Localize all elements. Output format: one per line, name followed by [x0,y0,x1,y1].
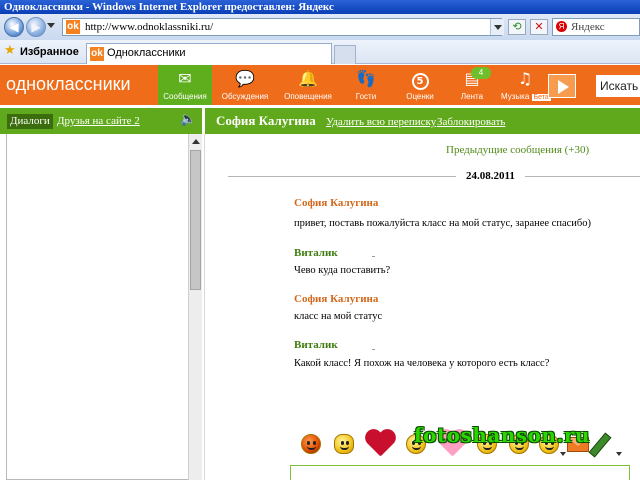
message-author[interactable]: Виталик [294,338,338,352]
nav-guests-label: Гости [355,92,377,101]
scroll-up-icon[interactable] [189,136,202,148]
conversation-header: София Калугина Удалить всю переписку Заб… [205,108,640,134]
ratings-count: 5 [411,73,429,90]
site-search-input[interactable]: Искать н [596,75,640,97]
delete-conversation-link[interactable]: Удалить всю переписку [326,115,436,129]
back-button[interactable]: ◀ [4,17,24,37]
envelope-icon: ✉ [178,69,192,88]
panel-divider [204,134,205,480]
date-separator [228,176,640,177]
stop-icon[interactable]: ✕ [530,19,548,35]
history-dropdown-icon[interactable] [47,23,55,28]
new-tab-button[interactable] [334,45,356,64]
address-toolbar: ◀ ▶ ok http://www.odnoklassniki.ru/ ⟲ ✕ … [0,14,640,40]
pencil-dropdown-icon[interactable] [616,452,622,456]
window-title: Одноклассники - Windows Internet Explore… [0,0,640,14]
message-marker [372,256,375,257]
message-text: привет, поставь пожалуйста класс на мой … [294,218,591,229]
nav-feed-label: Лента [460,92,484,101]
smiley-eye [346,441,349,445]
site-header: одноклассники ✉ Сообщения 💬 Обсуждения 🔔… [0,65,640,105]
music-note-icon: ♫ [517,69,533,88]
nav-discussions[interactable]: 💬 Обсуждения [218,65,272,105]
message-author[interactable]: Виталик [294,246,338,260]
nav-messages[interactable]: ✉ Сообщения [158,65,212,105]
smiley-eye [341,441,344,445]
nav-messages-label: Сообщения [163,92,207,101]
tab-favicon-icon: ok [90,47,104,61]
smiley-angry-icon[interactable] [301,434,321,454]
dialogs-list [6,134,202,480]
yandex-logo-icon: Я [556,21,567,32]
smiley-eye [313,441,316,445]
smiley-mouth [340,446,349,450]
nav-discussions-label: Обсуждения [221,92,269,101]
nav-notifications[interactable]: 🔔 Оповещения [281,65,335,105]
search-placeholder: Яндекс [571,21,605,33]
favorites-star-icon[interactable]: ★ [4,44,16,58]
tab-friends-online[interactable]: Друзья на сайте 2 [57,114,140,129]
site-favicon-icon: ok [66,20,80,34]
contact-name[interactable]: София Калугина [216,113,316,129]
play-icon[interactable] [548,74,576,98]
reply-textarea[interactable] [290,465,630,480]
dialogs-tabs: Диалоги Друзья на сайте 2 🔈 [0,108,202,134]
smiley-eye [307,441,310,445]
message-text: класс на мой статус [294,311,383,322]
pencil-icon[interactable] [588,432,612,458]
refresh-icon[interactable]: ⟲ [508,19,526,35]
message-author[interactable]: София Калугина [294,292,378,306]
address-input[interactable]: ok http://www.odnoklassniki.ru/ [62,18,502,36]
nav-ratings-label: Оценки [406,92,434,101]
bell-icon: 🔔 [298,69,318,88]
nav-music-label: Музыка [501,92,530,101]
forward-button[interactable]: ▶ [26,17,46,37]
message-author[interactable]: София Калугина [294,196,378,210]
speaker-icon[interactable]: 🔈 [180,112,196,128]
message-text: Чево куда поставить? [294,265,391,276]
address-dropdown-button[interactable] [490,19,504,35]
favorites-bar: ★ Избранное ok Одноклассники [0,40,640,64]
browser-tab[interactable]: ok Одноклассники [86,43,332,64]
dialogs-scrollbar[interactable] [188,134,202,480]
footprints-icon: 👣 [356,69,376,88]
site-logo[interactable]: одноклассники [6,73,131,95]
conversation-date: 24.08.2011 [456,169,525,183]
message-text: Какой класс! Я похож на человека у котор… [294,358,550,369]
block-user-link[interactable]: Заблокировать [437,115,505,129]
previous-messages-link[interactable]: Предыдущие сообщения (+30) [446,143,589,157]
nav-music[interactable]: ♫ Музыка Бета [501,65,551,105]
broken-heart-icon[interactable] [364,430,396,458]
nav-notifications-label: Оповещения [284,92,332,101]
speech-bubbles-icon: 💬 [235,69,255,88]
nav-ratings[interactable]: 5 Оценки [399,65,441,105]
scroll-thumb[interactable] [190,150,201,290]
nav-feed[interactable]: ▤ 4 Лента [453,65,491,105]
rating-icon: 5 [399,65,441,92]
watermark: fotoshanson.ru [414,423,591,447]
nav-guests[interactable]: 👣 Гости [346,65,386,105]
message-marker [372,349,375,350]
smiley-mouth [307,446,316,450]
tab-title: Одноклассники [107,47,186,59]
address-value: http://www.odnoklassniki.ru/ [85,21,214,33]
smiley-dropdown-icon[interactable] [560,452,566,456]
search-input[interactable]: Я Яндекс [552,18,640,36]
feed-badge: 4 [471,67,491,79]
tab-dialogs[interactable]: Диалоги [7,114,53,129]
favorites-button[interactable]: Избранное [20,46,79,58]
smiley-dance-icon[interactable] [334,434,354,454]
